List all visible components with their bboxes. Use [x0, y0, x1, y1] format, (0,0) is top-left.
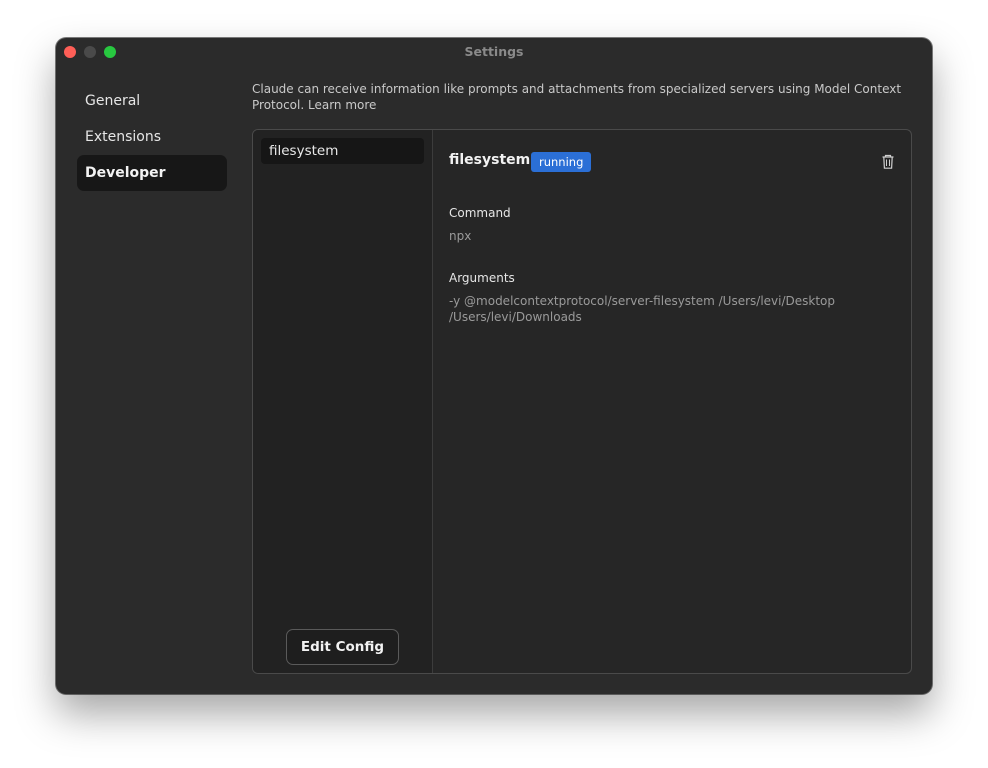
server-list-item-filesystem[interactable]: filesystem [261, 138, 424, 164]
settings-window: Settings General Extensions Developer Cl… [56, 38, 932, 694]
command-label: Command [449, 206, 511, 220]
server-list: filesystem Edit Config [253, 130, 433, 673]
sidebar-item-extensions[interactable]: Extensions [77, 119, 227, 155]
command-value: npx [449, 229, 472, 243]
sidebar-item-general[interactable]: General [77, 83, 227, 119]
arguments-label: Arguments [449, 271, 515, 285]
learn-more-link[interactable]: Learn more [308, 98, 376, 112]
sidebar-item-developer[interactable]: Developer [77, 155, 227, 191]
edit-config-button[interactable]: Edit Config [286, 629, 399, 665]
developer-intro: Claude can receive information like prom… [252, 81, 902, 113]
settings-sidebar: General Extensions Developer [77, 83, 227, 191]
server-detail: filesystem running Command npx Arguments… [433, 130, 911, 673]
trash-icon[interactable] [881, 154, 895, 170]
server-name: filesystem [449, 152, 531, 168]
status-badge: running [531, 152, 592, 172]
window-title: Settings [464, 44, 524, 59]
mcp-servers-panel: filesystem Edit Config filesystem runnin… [252, 129, 912, 674]
title-bar: Settings [56, 38, 932, 66]
arguments-value: -y @modelcontextprotocol/server-filesyst… [449, 294, 836, 324]
